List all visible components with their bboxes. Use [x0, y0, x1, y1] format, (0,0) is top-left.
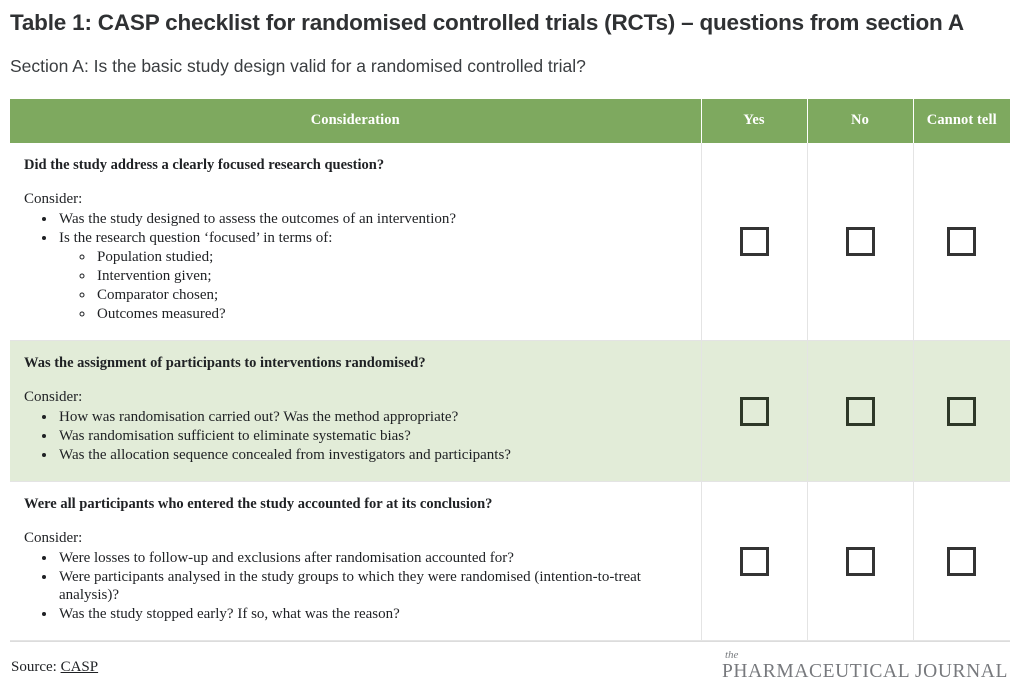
checkbox-no[interactable]: [845, 546, 875, 576]
answer-cell-yes: [701, 142, 808, 341]
consider-bullet: Is the research question ‘focused’ in te…: [57, 229, 689, 323]
consider-bullet-text: Was the study stopped early? If so, what…: [59, 605, 400, 622]
table-figure: Table 1: CASP checklist for randomised c…: [0, 0, 1020, 681]
logo-the-text: the: [724, 648, 739, 661]
consider-bullet-text: Were losses to follow-up and exclusions …: [59, 549, 514, 566]
pharmaceutical-journal-logo: the PHARMACEUTICAL JOURNAL: [722, 648, 1008, 682]
answer-cell-no: [807, 481, 914, 641]
consider-bullet-text: Were participants analysed in the study …: [59, 568, 641, 603]
source-label: Source:: [11, 658, 57, 675]
column-header-cannot-tell: Cannot tell: [913, 98, 1010, 143]
consider-sub-bullet-text: Intervention given;: [97, 267, 212, 284]
consideration-cell: Were all participants who entered the st…: [10, 481, 702, 641]
consider-bullet: Was the allocation sequence concealed fr…: [57, 446, 689, 464]
consider-bullet-text: How was randomisation carried out? Was t…: [59, 408, 459, 425]
checkbox-cannot-tell[interactable]: [947, 226, 977, 256]
table-header-row: Consideration Yes No Cannot tell: [10, 98, 1010, 143]
table-row: Was the assignment of participants to in…: [10, 340, 1010, 482]
checkbox-yes[interactable]: [739, 396, 769, 426]
section-subtitle: Section A: Is the basic study design val…: [10, 55, 586, 76]
consider-bullet-text: Was randomisation sufficient to eliminat…: [59, 427, 411, 444]
checklist-question: Were all participants who entered the st…: [24, 495, 493, 512]
consideration-content: Was the assignment of participants to in…: [10, 341, 701, 481]
column-header-yes: Yes: [701, 98, 808, 143]
consider-sub-bullet: Comparator chosen;: [95, 286, 689, 304]
answer-cell-no: [807, 340, 914, 482]
consider-bullet: Were participants analysed in the study …: [57, 568, 689, 604]
answer-cell-yes: [701, 340, 808, 482]
consideration-content: Were all participants who entered the st…: [10, 482, 701, 640]
table-header: Consideration Yes No Cannot tell: [10, 98, 1010, 143]
column-header-consideration: Consideration: [10, 98, 702, 143]
source-link-casp[interactable]: CASP: [61, 659, 99, 675]
table-body: Did the study address a clearly focused …: [10, 142, 1010, 641]
checkbox-cannot-tell[interactable]: [947, 546, 977, 576]
table-row: Did the study address a clearly focused …: [10, 142, 1010, 341]
consider-sub-bullet-text: Population studied;: [97, 248, 214, 265]
consider-bullet-text: Was the study designed to assess the out…: [59, 210, 457, 227]
consider-sub-bullet-text: Comparator chosen;: [97, 286, 219, 303]
answer-cell-cannot-tell: [913, 481, 1010, 641]
figure-footer: Source: CASP the PHARMACEUTICAL JOURNAL: [10, 640, 1010, 694]
page-title: Table 1: CASP checklist for randomised c…: [10, 10, 964, 35]
consider-sub-bullet: Outcomes measured?: [95, 305, 689, 323]
consider-bullet: Was randomisation sufficient to eliminat…: [57, 427, 689, 445]
consider-bullet: Were losses to follow-up and exclusions …: [57, 549, 689, 567]
consideration-content: Did the study address a clearly focused …: [10, 143, 701, 340]
consideration-cell: Was the assignment of participants to in…: [10, 340, 702, 482]
checkbox-no[interactable]: [845, 396, 875, 426]
consider-bullet-text: Was the allocation sequence concealed fr…: [59, 446, 511, 463]
consider-sub-bullet-list: Population studied; Intervention given; Co…: [59, 248, 689, 323]
consider-label: Consider:: [24, 530, 83, 547]
answer-cell-cannot-tell: [913, 340, 1010, 482]
casp-checklist-table-wrapper: Consideration Yes No Cannot tell Did the…: [10, 98, 1010, 641]
consider-bullet-list: How was randomisation carried out? Was t…: [24, 408, 689, 464]
checklist-question: Did the study address a clearly focused …: [24, 156, 385, 173]
consideration-cell: Did the study address a clearly focused …: [10, 142, 702, 341]
consider-sub-bullet-text: Outcomes measured?: [97, 305, 226, 322]
answer-cell-cannot-tell: [913, 142, 1010, 341]
answer-cell-yes: [701, 481, 808, 641]
checkbox-yes[interactable]: [739, 226, 769, 256]
consider-bullet: Was the study stopped early? If so, what…: [57, 605, 689, 623]
checklist-question: Was the assignment of participants to in…: [24, 354, 426, 371]
consider-sub-bullet: Population studied;: [95, 248, 689, 266]
casp-checklist-table: Consideration Yes No Cannot tell Did the…: [10, 98, 1010, 641]
consider-bullet-list: Were losses to follow-up and exclusions …: [24, 549, 689, 623]
consider-bullet: How was randomisation carried out? Was t…: [57, 408, 689, 426]
source-credit: Source: CASP: [11, 659, 98, 676]
answer-cell-no: [807, 142, 914, 341]
checkbox-no[interactable]: [845, 226, 875, 256]
consider-sub-bullet: Intervention given;: [95, 267, 689, 285]
consider-label: Consider:: [24, 190, 83, 207]
table-row: Were all participants who entered the st…: [10, 481, 1010, 641]
column-header-no: No: [807, 98, 914, 143]
consider-label: Consider:: [24, 389, 83, 406]
checkbox-yes[interactable]: [739, 546, 769, 576]
consider-bullet-text: Is the research question ‘focused’ in te…: [59, 229, 333, 246]
checkbox-cannot-tell[interactable]: [947, 396, 977, 426]
consider-bullet: Was the study designed to assess the out…: [57, 210, 689, 228]
consider-bullet-list: Was the study designed to assess the out…: [24, 210, 689, 323]
